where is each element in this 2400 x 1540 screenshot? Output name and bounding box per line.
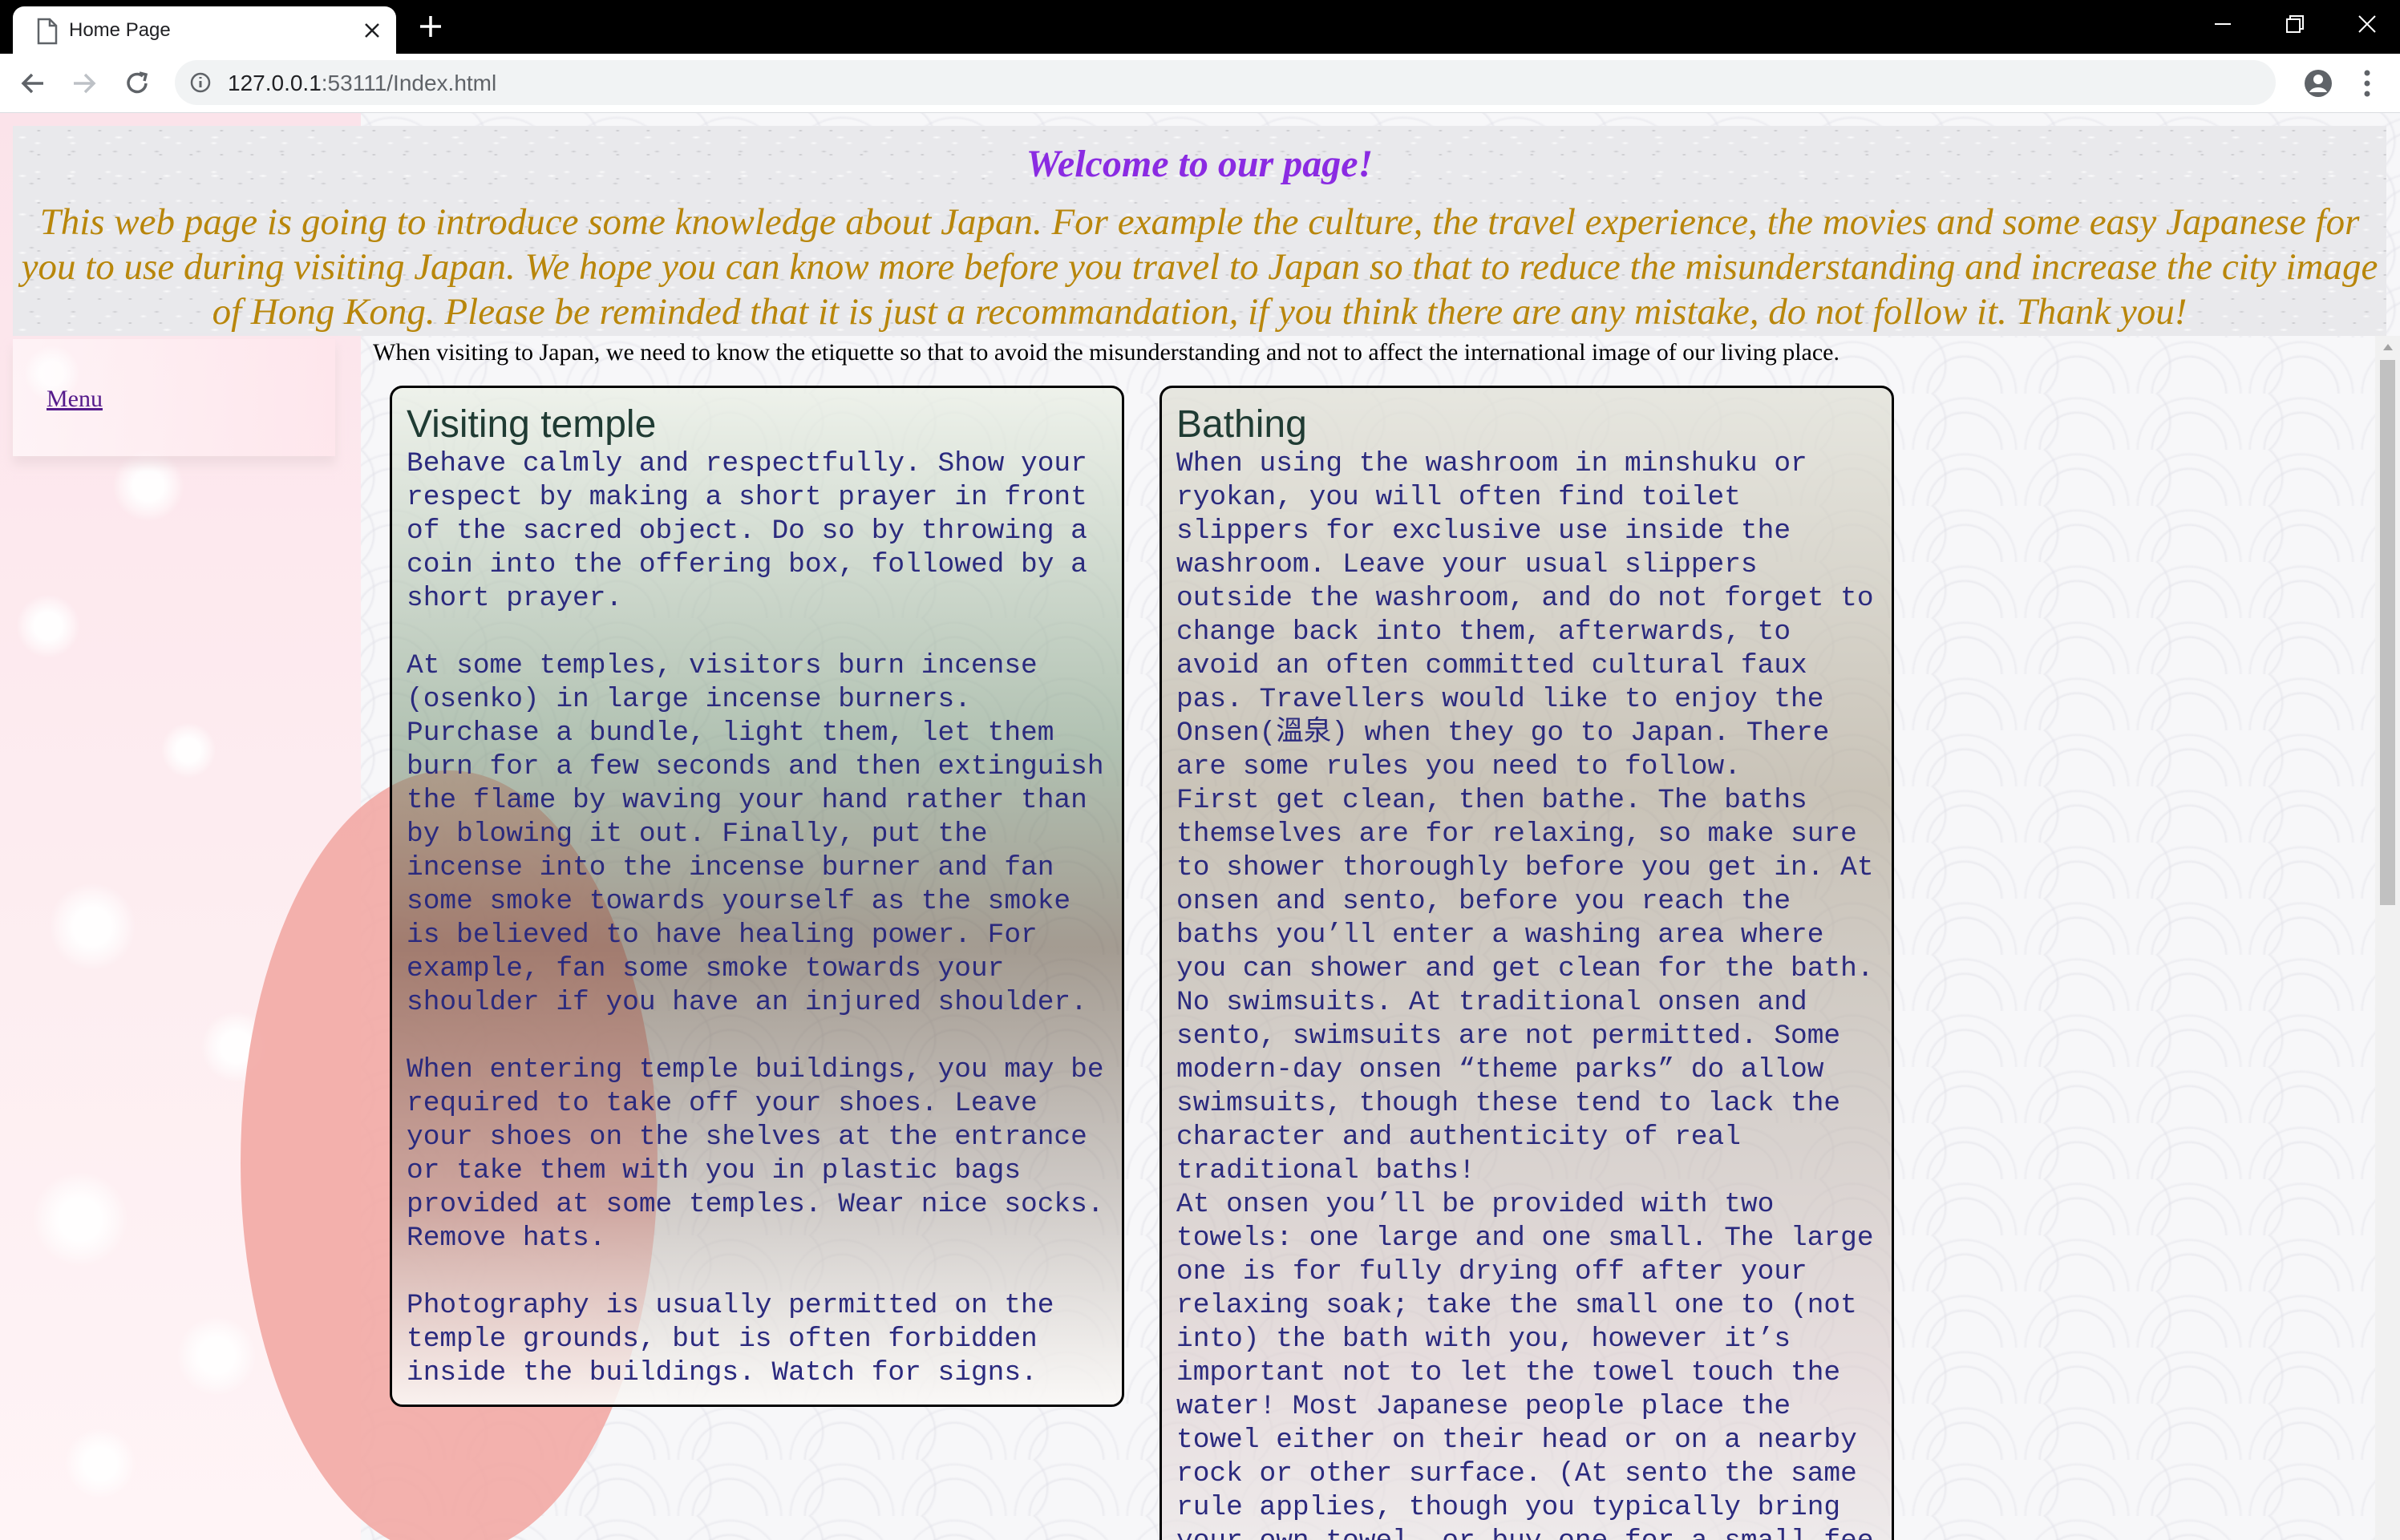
intro-paragraph: This web page is going to introduce some… — [21, 201, 2378, 333]
card-body: Behave calmly and respectfully. Show you… — [407, 448, 1104, 1388]
browser-toolbar: 127.0.0.1:53111/Index.html — [0, 54, 2400, 113]
scroll-up-arrow-icon[interactable] — [2382, 341, 2394, 352]
restore-icon[interactable] — [2279, 8, 2311, 40]
menu-kebab-icon[interactable] — [2361, 68, 2374, 99]
scrollbar-thumb[interactable] — [2380, 360, 2395, 905]
menu-link[interactable]: Menu — [47, 386, 103, 413]
vertical-scrollbar[interactable] — [2375, 336, 2400, 1540]
reload-icon[interactable] — [122, 68, 152, 99]
header-banner: Welcome to our page! This web page is go… — [13, 126, 2386, 336]
card-title: Visiting temple — [407, 403, 657, 446]
visiting-temple-card: Visiting temple Behave calmly and respec… — [390, 386, 1124, 1407]
browser-tab[interactable]: Home Page — [13, 6, 396, 54]
document-icon — [37, 18, 58, 45]
tab-title: Home Page — [69, 19, 171, 41]
plus-icon[interactable] — [417, 13, 444, 40]
page-viewport: Welcome to our page! This web page is go… — [0, 113, 2400, 1540]
welcome-heading: Welcome to our page! — [1026, 143, 1374, 185]
address-bar[interactable]: 127.0.0.1:53111/Index.html — [175, 60, 2276, 105]
account-icon[interactable] — [2303, 68, 2333, 99]
minimize-icon[interactable] — [2207, 8, 2239, 40]
url-path: :53111/Index.html — [321, 71, 497, 95]
forward-icon[interactable] — [69, 68, 99, 99]
url-text[interactable]: 127.0.0.1:53111/Index.html — [228, 71, 496, 96]
info-icon[interactable] — [189, 71, 212, 94]
sidebar-menu: Menu — [13, 339, 335, 456]
window-close-icon[interactable] — [2351, 8, 2383, 40]
back-icon[interactable] — [18, 68, 48, 99]
url-host: 127.0.0.1 — [228, 71, 322, 95]
browser-tab-bar: Home Page — [0, 0, 2400, 54]
card-title: Bathing — [1176, 403, 1307, 446]
bathing-card: Bathing When using the washroom in minsh… — [1160, 386, 1894, 1540]
card-body: When using the washroom in minshuku or r… — [1176, 448, 1874, 1540]
lead-text: When visiting to Japan, we need to know … — [373, 339, 1839, 366]
close-icon[interactable] — [362, 21, 382, 40]
